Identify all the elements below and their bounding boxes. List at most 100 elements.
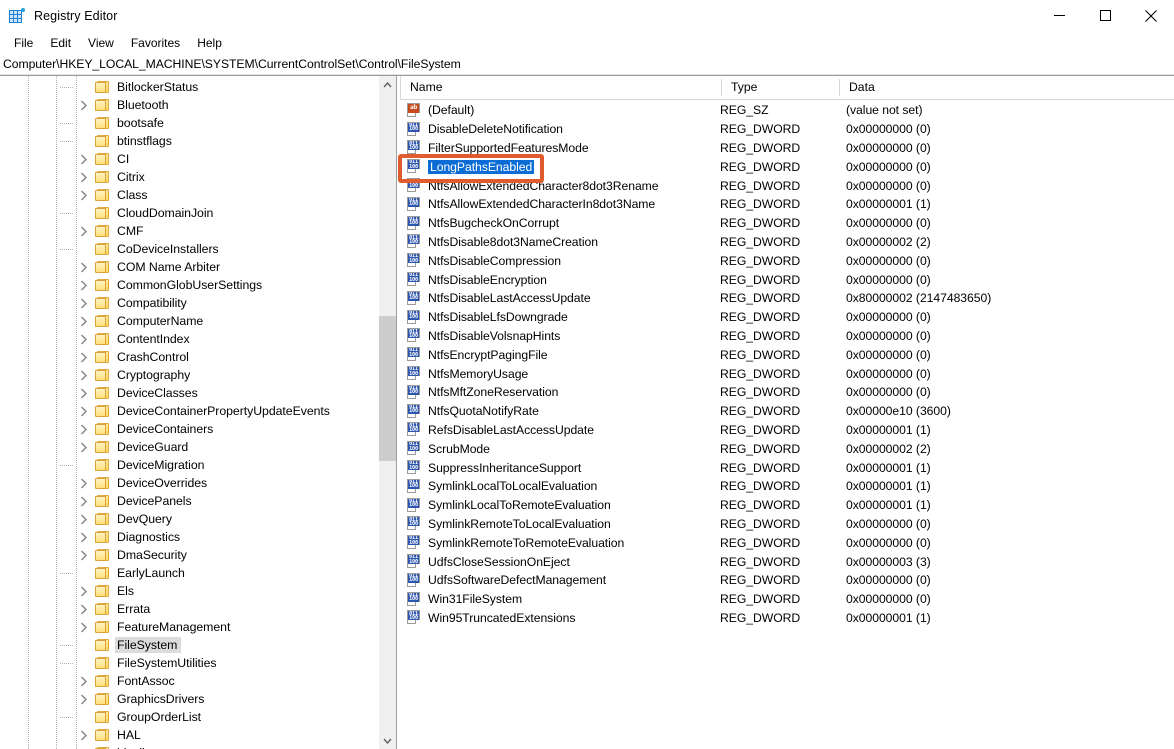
value-row[interactable]: 011 100 SymlinkRemoteToRemoteEvaluation REG… bbox=[400, 533, 1174, 552]
chevron-right-icon[interactable] bbox=[76, 691, 92, 707]
tree-item[interactable]: CloudDomainJoin bbox=[0, 204, 396, 222]
tree-item[interactable]: DeviceClasses bbox=[0, 384, 396, 402]
value-row[interactable]: 011 100 FilterSupportedFeaturesMode REG_DWO… bbox=[400, 139, 1174, 158]
chevron-right-icon[interactable] bbox=[76, 547, 92, 563]
tree-item[interactable]: GraphicsDrivers bbox=[0, 690, 396, 708]
value-row[interactable]: 011 100 NtfsDisableVolsnapHints REG_DWORD 0x… bbox=[400, 327, 1174, 346]
chevron-right-icon[interactable] bbox=[76, 187, 92, 203]
chevron-right-icon[interactable] bbox=[76, 169, 92, 185]
chevron-right-icon[interactable] bbox=[76, 97, 92, 113]
tree-item[interactable]: ComputerName bbox=[0, 312, 396, 330]
tree-scrollbar[interactable] bbox=[378, 76, 396, 749]
maximize-icon[interactable] bbox=[1082, 0, 1128, 31]
menu-item-file[interactable]: File bbox=[6, 34, 42, 53]
menu-item-help[interactable]: Help bbox=[189, 34, 231, 53]
value-row[interactable]: 011 100 SymlinkLocalToLocalEvaluation REG_D… bbox=[400, 477, 1174, 496]
chevron-right-icon[interactable] bbox=[76, 295, 92, 311]
tree-scroll-thumb[interactable] bbox=[379, 316, 396, 461]
value-row[interactable]: 011 100 NtfsMftZoneReservation REG_DWORD 0x0… bbox=[400, 383, 1174, 402]
column-header-data[interactable]: Data bbox=[840, 76, 1174, 99]
value-row[interactable]: 011 100 NtfsAllowExtendedCharacter8dot3Ren… bbox=[400, 176, 1174, 195]
tree-item[interactable]: COM Name Arbiter bbox=[0, 258, 396, 276]
value-row[interactable]: 011 100 LongPathsEnabled REG_DWORD 0x0000000… bbox=[400, 157, 1174, 176]
minimize-icon[interactable] bbox=[1036, 0, 1082, 31]
chevron-right-icon[interactable] bbox=[76, 277, 92, 293]
scroll-down-icon[interactable] bbox=[379, 732, 396, 749]
tree-item[interactable]: Citrix bbox=[0, 168, 396, 186]
chevron-right-icon[interactable] bbox=[76, 331, 92, 347]
chevron-right-icon[interactable] bbox=[76, 493, 92, 509]
value-row[interactable]: 011 100 NtfsDisableLfsDowngrade REG_DWORD 0x… bbox=[400, 308, 1174, 327]
column-header-type[interactable]: Type bbox=[722, 76, 840, 99]
value-row[interactable]: 011 100 NtfsAllowExtendedCharacterIn8dot3N… bbox=[400, 195, 1174, 214]
address-bar[interactable]: Computer\HKEY_LOCAL_MACHINE\SYSTEM\Curre… bbox=[0, 54, 1174, 75]
chevron-right-icon[interactable] bbox=[76, 511, 92, 527]
tree-item[interactable]: FileSystemUtilities bbox=[0, 654, 396, 672]
value-row[interactable]: 011 100 NtfsBugcheckOnCorrupt REG_DWORD 0x00… bbox=[400, 214, 1174, 233]
chevron-right-icon[interactable] bbox=[76, 529, 92, 545]
chevron-right-icon[interactable] bbox=[76, 475, 92, 491]
value-row[interactable]: 011 100 NtfsDisableCompression REG_DWORD 0x0… bbox=[400, 251, 1174, 270]
tree-item[interactable]: btinstflags bbox=[0, 132, 396, 150]
tree-item[interactable]: DeviceMigration bbox=[0, 456, 396, 474]
tree-item[interactable]: CI bbox=[0, 150, 396, 168]
value-row[interactable]: 011 100 NtfsDisableLastAccessUpdate REG_DWO… bbox=[400, 289, 1174, 308]
value-row[interactable]: 011 100 Win95TruncatedExtensions REG_DWORD 0… bbox=[400, 609, 1174, 628]
tree-item[interactable]: EarlyLaunch bbox=[0, 564, 396, 582]
column-header-name[interactable]: Name bbox=[400, 76, 722, 99]
chevron-right-icon[interactable] bbox=[76, 619, 92, 635]
tree-item[interactable]: DmaSecurity bbox=[0, 546, 396, 564]
value-row[interactable]: 011 100 SymlinkLocalToRemoteEvaluation REG_… bbox=[400, 496, 1174, 515]
tree-item[interactable]: DeviceGuard bbox=[0, 438, 396, 456]
tree-item[interactable]: GroupOrderList bbox=[0, 708, 396, 726]
value-row[interactable]: 011 100 NtfsDisable8dot3NameCreation REG_DW… bbox=[400, 233, 1174, 252]
tree-item[interactable]: FileSystem bbox=[0, 636, 396, 654]
tree-item[interactable]: bootsafe bbox=[0, 114, 396, 132]
chevron-right-icon[interactable] bbox=[76, 673, 92, 689]
tree-item[interactable]: Bluetooth bbox=[0, 96, 396, 114]
scroll-up-icon[interactable] bbox=[379, 76, 396, 93]
chevron-right-icon[interactable] bbox=[76, 439, 92, 455]
tree-item[interactable]: Errata bbox=[0, 600, 396, 618]
tree-item[interactable]: BitlockerStatus bbox=[0, 78, 396, 96]
tree-item[interactable]: DeviceOverrides bbox=[0, 474, 396, 492]
tree-item[interactable]: Class bbox=[0, 186, 396, 204]
tree-item[interactable]: CMF bbox=[0, 222, 396, 240]
value-row[interactable]: ab (Default) REG_SZ (value not set) bbox=[400, 101, 1174, 120]
chevron-right-icon[interactable] bbox=[76, 583, 92, 599]
value-row[interactable]: 011 100 UdfsCloseSessionOnEject REG_DWORD 0x… bbox=[400, 552, 1174, 571]
chevron-right-icon[interactable] bbox=[76, 421, 92, 437]
value-row[interactable]: 011 100 NtfsEncryptPagingFile REG_DWORD 0x00… bbox=[400, 345, 1174, 364]
value-row[interactable]: 011 100 ScrubMode REG_DWORD 0x00000002 (2) bbox=[400, 439, 1174, 458]
value-row[interactable]: 011 100 UdfsSoftwareDefectManagement REG_DW… bbox=[400, 571, 1174, 590]
chevron-right-icon[interactable] bbox=[76, 403, 92, 419]
close-icon[interactable] bbox=[1128, 0, 1174, 31]
tree-item[interactable]: DeviceContainers bbox=[0, 420, 396, 438]
tree-item[interactable]: Diagnostics bbox=[0, 528, 396, 546]
menu-item-view[interactable]: View bbox=[80, 34, 123, 53]
value-row[interactable]: 011 100 NtfsMemoryUsage REG_DWORD 0x00000000… bbox=[400, 364, 1174, 383]
tree-item[interactable]: DevQuery bbox=[0, 510, 396, 528]
tree-item[interactable]: Compatibility bbox=[0, 294, 396, 312]
tree-item[interactable]: CoDeviceInstallers bbox=[0, 240, 396, 258]
value-row[interactable]: 011 100 Win31FileSystem REG_DWORD 0x00000000… bbox=[400, 590, 1174, 609]
tree-item[interactable]: CommonGlobUserSettings bbox=[0, 276, 396, 294]
value-row[interactable]: 011 100 SymlinkRemoteToLocalEvaluation REG_… bbox=[400, 515, 1174, 534]
chevron-right-icon[interactable] bbox=[76, 727, 92, 743]
chevron-right-icon[interactable] bbox=[76, 313, 92, 329]
tree-item[interactable]: CrashControl bbox=[0, 348, 396, 366]
chevron-right-icon[interactable] bbox=[76, 259, 92, 275]
value-row[interactable]: 011 100 NtfsDisableEncryption REG_DWORD 0x00… bbox=[400, 270, 1174, 289]
tree-item[interactable]: ContentIndex bbox=[0, 330, 396, 348]
tree-item[interactable]: HAL bbox=[0, 726, 396, 744]
chevron-right-icon[interactable] bbox=[76, 223, 92, 239]
tree-item[interactable]: Cryptography bbox=[0, 366, 396, 384]
chevron-right-icon[interactable] bbox=[76, 349, 92, 365]
value-row[interactable]: 011 100 DisableDeleteNotification REG_DWORD… bbox=[400, 120, 1174, 139]
tree-item[interactable]: DeviceContainerPropertyUpdateEvents bbox=[0, 402, 396, 420]
tree-item[interactable]: hivelist bbox=[0, 744, 396, 749]
menu-item-edit[interactable]: Edit bbox=[42, 34, 80, 53]
chevron-right-icon[interactable] bbox=[76, 151, 92, 167]
value-row[interactable]: 011 100 RefsDisableLastAccessUpdate REG_DWO… bbox=[400, 421, 1174, 440]
chevron-right-icon[interactable] bbox=[76, 601, 92, 617]
